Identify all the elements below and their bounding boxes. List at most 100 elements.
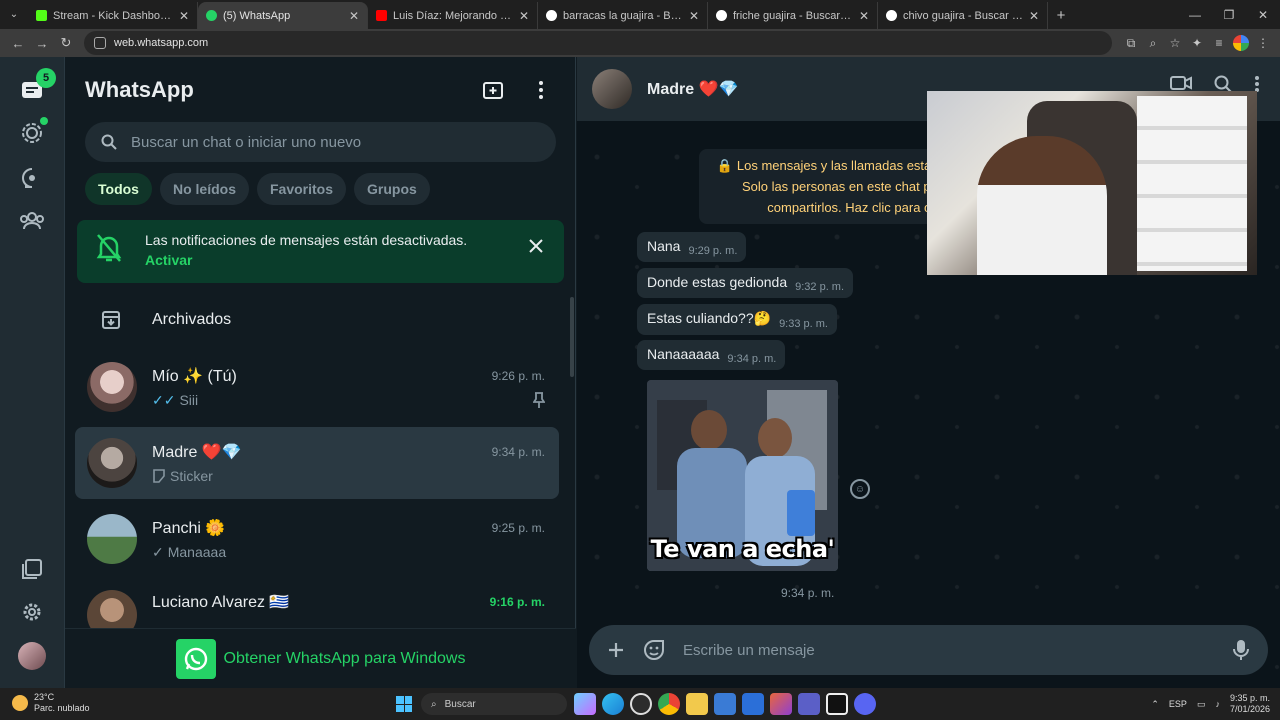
sticker-caption: Te van a echa' — [650, 535, 835, 563]
volume-icon[interactable]: ♪ — [1215, 699, 1220, 709]
chat-search[interactable] — [85, 122, 556, 162]
chat-time: 9:34 p. m. — [491, 445, 545, 459]
bookmark-star-icon[interactable]: ☆ — [1164, 32, 1186, 54]
attach-button[interactable] — [603, 637, 629, 663]
incoming-message[interactable]: Nana 9:29 p. m. — [637, 232, 747, 262]
settings-nav-button[interactable] — [16, 596, 48, 628]
chats-nav-button[interactable]: 5 — [16, 68, 56, 106]
tab-title: chivo guajira - Buscar con Goo — [903, 9, 1023, 22]
media-nav-button[interactable] — [16, 553, 48, 585]
media-gallery-icon — [22, 559, 42, 579]
discord-icon[interactable] — [854, 693, 876, 715]
browser-menu-icon[interactable]: ⋮ — [1252, 32, 1274, 54]
taskbar-search[interactable]: ⌕ Buscar — [421, 693, 567, 715]
language-indicator[interactable]: ESP — [1169, 699, 1187, 709]
contact-name[interactable]: Madre ❤️💎 — [647, 79, 738, 99]
minimize-icon[interactable]: — — [1178, 0, 1212, 29]
filter-chip-groups[interactable]: Grupos — [354, 173, 430, 205]
close-window-icon[interactable]: ✕ — [1246, 0, 1280, 29]
chat-row[interactable]: Mío ✨ (Tú) 9:26 p. m. ✓✓ Siii — [75, 351, 559, 423]
forward-arrow-icon[interactable]: → — [30, 31, 54, 55]
kebab-menu-icon — [539, 81, 543, 99]
chat-row[interactable]: Panchi 🌼 9:25 p. m. ✓ Manaaaa — [75, 503, 559, 575]
sent-tick-icon: ✓ — [152, 543, 164, 560]
filter-chip-unread[interactable]: No leídos — [159, 173, 249, 205]
file-explorer-icon[interactable] — [686, 693, 708, 715]
emoji-react-button[interactable]: ☺ — [850, 479, 870, 499]
incoming-message[interactable]: Donde estas gedionda 9:32 p. m. — [637, 268, 854, 298]
chevron-up-icon[interactable]: ⌃ — [1151, 699, 1159, 710]
profile-avatar[interactable] — [18, 642, 46, 670]
close-tab-icon[interactable]: ✕ — [519, 9, 529, 23]
taskbar-apps — [574, 693, 876, 715]
capcut-icon[interactable] — [826, 693, 848, 715]
url-field[interactable]: web.whatsapp.com — [84, 31, 1112, 55]
message-time: 9:34 p. m. — [727, 353, 777, 365]
close-banner-button[interactable] — [526, 236, 546, 256]
close-tab-icon[interactable]: ✕ — [349, 9, 359, 23]
reload-icon[interactable]: ↻ — [54, 31, 78, 55]
profile-icon[interactable] — [1230, 32, 1252, 54]
communities-nav-button[interactable] — [16, 205, 48, 237]
menu-button[interactable] — [527, 76, 555, 104]
voice-message-button[interactable] — [1228, 637, 1254, 663]
filter-chip-all[interactable]: Todos — [85, 173, 152, 205]
incoming-message[interactable]: Estas culiando??🤔 9:33 p. m. — [637, 304, 837, 335]
channels-nav-button[interactable] — [16, 162, 48, 194]
site-info-icon[interactable] — [94, 37, 106, 49]
enable-notifications-link[interactable]: Activar — [145, 252, 526, 268]
browser-tab[interactable]: chivo guajira - Buscar con Goo ✕ — [878, 2, 1048, 29]
edge-icon[interactable] — [602, 693, 624, 715]
restore-icon[interactable]: ❐ — [1212, 0, 1246, 29]
filter-chip-favorites[interactable]: Favoritos — [256, 173, 346, 205]
chat-time: 9:26 p. m. — [491, 368, 545, 383]
microphone-icon — [1233, 640, 1249, 660]
weather-widget[interactable]: 23°C Parc. nublado — [12, 692, 90, 714]
back-arrow-icon[interactable]: ← — [6, 31, 30, 55]
zoom-icon[interactable]: ⌕ — [1142, 32, 1164, 54]
chat-time: 9:16 p. m. — [489, 595, 545, 609]
get-whatsapp-windows-button[interactable]: Obtener WhatsApp para Windows — [65, 628, 576, 688]
nav-rail: 5 — [0, 57, 65, 688]
close-tab-icon[interactable]: ✕ — [859, 9, 869, 23]
search-input[interactable] — [131, 133, 540, 151]
network-icon[interactable]: ▭ — [1197, 699, 1206, 710]
office-icon[interactable] — [770, 693, 792, 715]
message-input[interactable] — [683, 641, 1228, 659]
browser-tab[interactable]: friche guajira - Buscar con Goo ✕ — [708, 2, 878, 29]
clock[interactable]: 9:35 p. m. 7/01/2026 — [1230, 693, 1270, 715]
new-tab-button[interactable]: + — [1048, 2, 1074, 29]
mail-icon[interactable] — [742, 693, 764, 715]
browser-tab[interactable]: Stream - Kick Dashboard ✕ — [28, 2, 198, 29]
obs-icon[interactable] — [630, 693, 652, 715]
install-app-icon[interactable]: ⧉ — [1120, 32, 1142, 54]
communities-icon — [20, 212, 44, 230]
channels-icon — [22, 168, 35, 188]
contact-avatar[interactable] — [592, 69, 632, 109]
reading-list-icon[interactable]: ≡ — [1208, 32, 1230, 54]
browser-tab[interactable]: Luis Díaz: Mejorando Nuestro I ✕ — [368, 2, 538, 29]
new-chat-button[interactable] — [479, 76, 507, 104]
close-tab-icon[interactable]: ✕ — [1029, 9, 1039, 23]
archived-row[interactable]: Archivados — [65, 297, 576, 342]
copilot-icon[interactable] — [574, 693, 596, 715]
chat-row-selected[interactable]: Madre ❤️💎 9:34 p. m. Sticker — [75, 427, 559, 499]
close-tab-icon[interactable]: ✕ — [689, 9, 699, 23]
tab-search-chevron-icon[interactable]: ⌄ — [0, 0, 28, 29]
browser-tab[interactable]: barracas la guajira - Buscar con ✕ — [538, 2, 708, 29]
browser-tab-active[interactable]: (5) WhatsApp ✕ — [198, 2, 368, 29]
chat-list-scrollbar[interactable] — [570, 297, 574, 377]
close-tab-icon[interactable]: ✕ — [179, 9, 189, 23]
sticker-message[interactable]: Te van a echa' — [647, 380, 838, 571]
windows-start-icon[interactable] — [396, 696, 412, 712]
extensions-icon[interactable]: ✦ — [1186, 32, 1208, 54]
chrome-icon[interactable] — [658, 693, 680, 715]
teams-icon[interactable] — [798, 693, 820, 715]
emoji-button[interactable] — [641, 637, 667, 663]
store-icon[interactable] — [714, 693, 736, 715]
incoming-message[interactable]: Nanaaaaaa 9:34 p. m. — [637, 340, 786, 370]
chat-row[interactable]: Luciano Alvarez 🇺🇾 9:16 p. m. — [75, 579, 559, 629]
close-icon — [529, 239, 543, 253]
message-text: Estas culiando??🤔 — [647, 310, 772, 326]
status-nav-button[interactable] — [16, 117, 48, 149]
